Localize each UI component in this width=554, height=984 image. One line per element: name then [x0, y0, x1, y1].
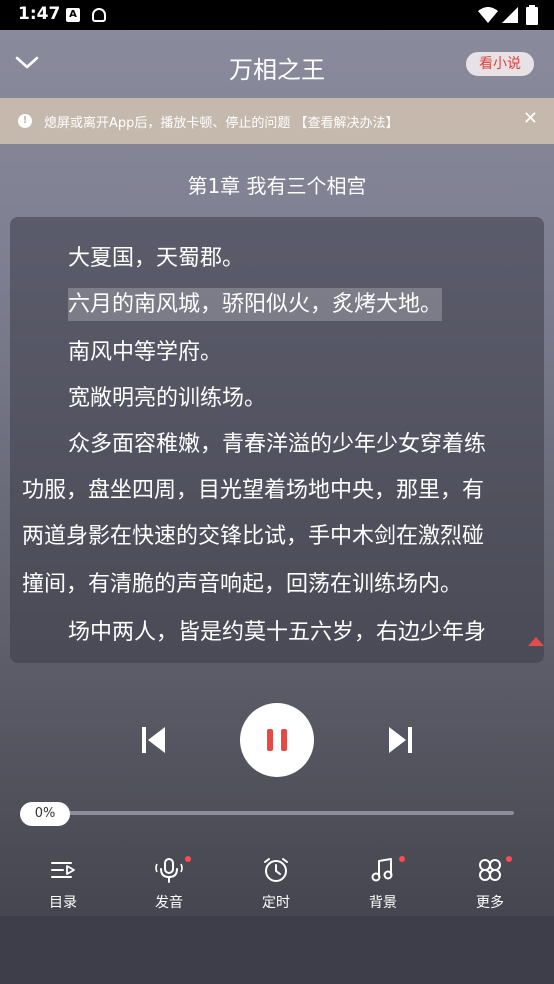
pause-icon — [267, 729, 273, 751]
nav-voice[interactable]: 发音 — [129, 850, 209, 916]
nav-label: 更多 — [476, 895, 504, 911]
nav-background[interactable]: 背景 — [343, 850, 423, 916]
text-line: 众多面容稚嫩，青春洋溢的少年少女穿着练 — [68, 432, 487, 457]
nav-label: 定时 — [262, 895, 290, 911]
progress-knob[interactable]: 0% — [20, 802, 70, 826]
mic-icon — [155, 858, 183, 883]
battery-icon — [526, 5, 538, 25]
text-line: 功服，盘坐四周，目光望着场地中央，那里，有 — [22, 478, 485, 503]
bottom-nav: 目录 发音 定时 背景 更多 — [0, 850, 554, 916]
more-icon — [479, 859, 501, 881]
header: 万相之王 看小说 — [0, 30, 554, 98]
text-line: 南风中等学府。 — [68, 340, 223, 365]
info-icon: ! — [18, 114, 32, 128]
close-icon[interactable]: ✕ — [523, 108, 538, 129]
alarm-icon — [264, 858, 288, 882]
text-line: 宽敞明亮的训练场。 — [68, 386, 267, 411]
notice-banner[interactable]: ! 熄屏或离开App后，播放卡顿、停止的问题 【查看解决办法】 ✕ — [0, 98, 554, 144]
notification-dot — [185, 856, 191, 862]
bottom-blank-area — [0, 916, 554, 984]
nav-label: 发音 — [155, 895, 183, 911]
next-icon[interactable] — [388, 726, 412, 754]
pause-button[interactable] — [240, 703, 314, 777]
reading-card[interactable]: 大夏国，天蜀郡。 六月的南风城，骄阳似火，炙烤大地。 南风中等学府。 宽敞明亮的… — [10, 217, 544, 663]
previous-icon[interactable] — [142, 726, 166, 754]
nav-more[interactable]: 更多 — [450, 850, 530, 916]
nav-catalog[interactable]: 目录 — [23, 850, 103, 916]
notification-a-icon: A — [66, 8, 80, 22]
notification-dot — [399, 856, 405, 862]
nav-label: 背景 — [369, 895, 397, 911]
text-line: 场中两人，皆是约莫十五六岁，右边少年身 — [68, 620, 487, 645]
notification-dot — [506, 856, 512, 862]
read-novel-button[interactable]: 看小说 — [466, 52, 534, 76]
status-bar: 1:47 A — [0, 0, 554, 30]
list-icon — [51, 862, 75, 878]
notice-text[interactable]: 熄屏或离开App后，播放卡顿、停止的问题 【查看解决办法】 — [44, 112, 399, 131]
headphones-icon — [92, 8, 106, 22]
nav-timer[interactable]: 定时 — [236, 850, 316, 916]
chapter-title: 第1章 我有三个相宫 — [187, 174, 367, 198]
text-line: 两道身影在快速的交锋比试，手中木剑在激烈碰 — [22, 524, 485, 549]
nav-label: 目录 — [49, 895, 77, 911]
scroll-up-arrow-icon[interactable] — [528, 637, 544, 646]
text-line: 撞间，有清脆的声音响起，回荡在训练场内。 — [22, 572, 463, 597]
progress-track[interactable] — [40, 811, 514, 815]
text-line-highlighted: 六月的南风城，骄阳似火，炙烤大地。 — [10, 282, 544, 328]
signal-icon — [502, 7, 518, 23]
status-time: 1:47 — [18, 4, 61, 24]
music-icon — [371, 858, 393, 882]
text-line: 大夏国，天蜀郡。 — [68, 246, 245, 271]
wifi-icon — [478, 7, 498, 23]
